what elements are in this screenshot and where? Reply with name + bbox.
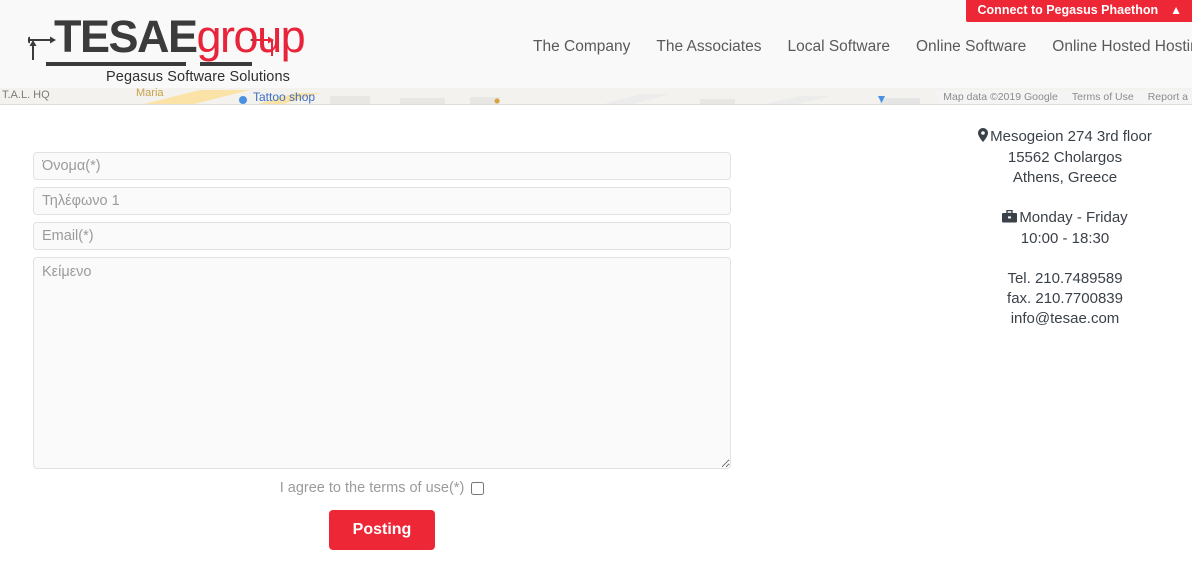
logo-wordmark: TESAEgroup xyxy=(54,11,306,62)
map-attribution: Map data ©2019 Google Terms of Use Repor… xyxy=(937,90,1192,104)
logo-arrow-marks-left xyxy=(24,32,56,62)
nav-item-the-company[interactable]: The Company xyxy=(520,38,643,56)
terms-row: I agree to the terms of use(*) xyxy=(33,480,731,496)
email-input[interactable] xyxy=(33,222,731,250)
logo-tagline: Pegasus Software Solutions xyxy=(106,69,290,85)
map-attribution-data: Map data ©2019 Google xyxy=(943,91,1058,103)
briefcase-icon xyxy=(1002,209,1018,229)
address-line-3: Athens, Greece xyxy=(1012,169,1118,186)
fax: fax. 210.7700839 xyxy=(1007,290,1123,307)
terms-label: I agree to the terms of use(*) xyxy=(279,480,465,496)
hours-days-line: Monday - Friday xyxy=(950,208,1180,229)
map-label-tattoo: Tattoo shop xyxy=(253,90,316,104)
hours-block: Monday - Friday 10:00 - 18:30 xyxy=(950,208,1180,249)
map-strip[interactable]: T.A.L. HQ Maria Tattoo shop Map data ©20… xyxy=(0,88,1192,105)
logo-text-secondary: group xyxy=(196,11,306,62)
address-line-1: Mesogeion 274 3rd floor xyxy=(950,127,1180,148)
phone-input[interactable] xyxy=(33,187,731,215)
page-content: I agree to the terms of use(*) Posting M… xyxy=(0,105,1192,576)
address-block: Mesogeion 274 3rd floor 15562 Cholargos … xyxy=(950,127,1180,188)
promo-bar-label: Connect to Pegasus Phaethon xyxy=(977,3,1159,17)
nav-item-local-software[interactable]: Local Software xyxy=(774,38,903,56)
name-input[interactable] xyxy=(33,152,731,180)
chevron-up-icon[interactable]: ▲ xyxy=(1170,4,1182,16)
map-label-hq: T.A.L. HQ xyxy=(2,89,50,101)
nav-item-online-hosted-hosting[interactable]: Online Hosted Hosting xyxy=(1039,38,1192,56)
address-line-2: 15562 Cholargos xyxy=(1007,149,1123,166)
contact-form: I agree to the terms of use(*) Posting xyxy=(33,152,731,550)
logo-text-primary: TESAE xyxy=(54,11,198,62)
contact-info-panel: Mesogeion 274 3rd floor 15562 Cholargos … xyxy=(950,127,1180,349)
nav-item-the-associates[interactable]: The Associates xyxy=(643,38,774,56)
map-report-link[interactable]: Report a xyxy=(1148,91,1188,103)
logo-rule-right xyxy=(200,62,252,66)
address-street: Mesogeion 274 3rd floor xyxy=(990,128,1152,145)
logo-rule-left xyxy=(46,62,186,66)
phone-block: Tel. 210.7489589 fax. 210.7700839 info@t… xyxy=(950,269,1180,329)
map-label-maria: Maria xyxy=(136,88,164,99)
submit-button[interactable]: Posting xyxy=(328,510,436,550)
site-logo[interactable]: TESAEgroup Pegasus Software Solutions xyxy=(22,12,306,85)
map-pin-icon xyxy=(978,128,989,148)
message-textarea[interactable] xyxy=(33,257,731,469)
map-terms-of-use-link[interactable]: Terms of Use xyxy=(1072,91,1134,103)
promo-bar[interactable]: Connect to Pegasus Phaethon ▲ xyxy=(965,0,1192,22)
nav-item-online-software[interactable]: Online Software xyxy=(903,38,1039,56)
submit-row: Posting xyxy=(33,510,731,550)
main-navigation: The Company The Associates Local Softwar… xyxy=(520,36,1192,58)
terms-checkbox[interactable] xyxy=(471,481,485,495)
telephone: Tel. 210.7489589 xyxy=(1007,270,1123,287)
email-address[interactable]: info@tesae.com xyxy=(950,309,1180,329)
hours-time: 10:00 - 18:30 xyxy=(1020,230,1110,247)
hours-days: Monday - Friday xyxy=(1019,209,1128,226)
